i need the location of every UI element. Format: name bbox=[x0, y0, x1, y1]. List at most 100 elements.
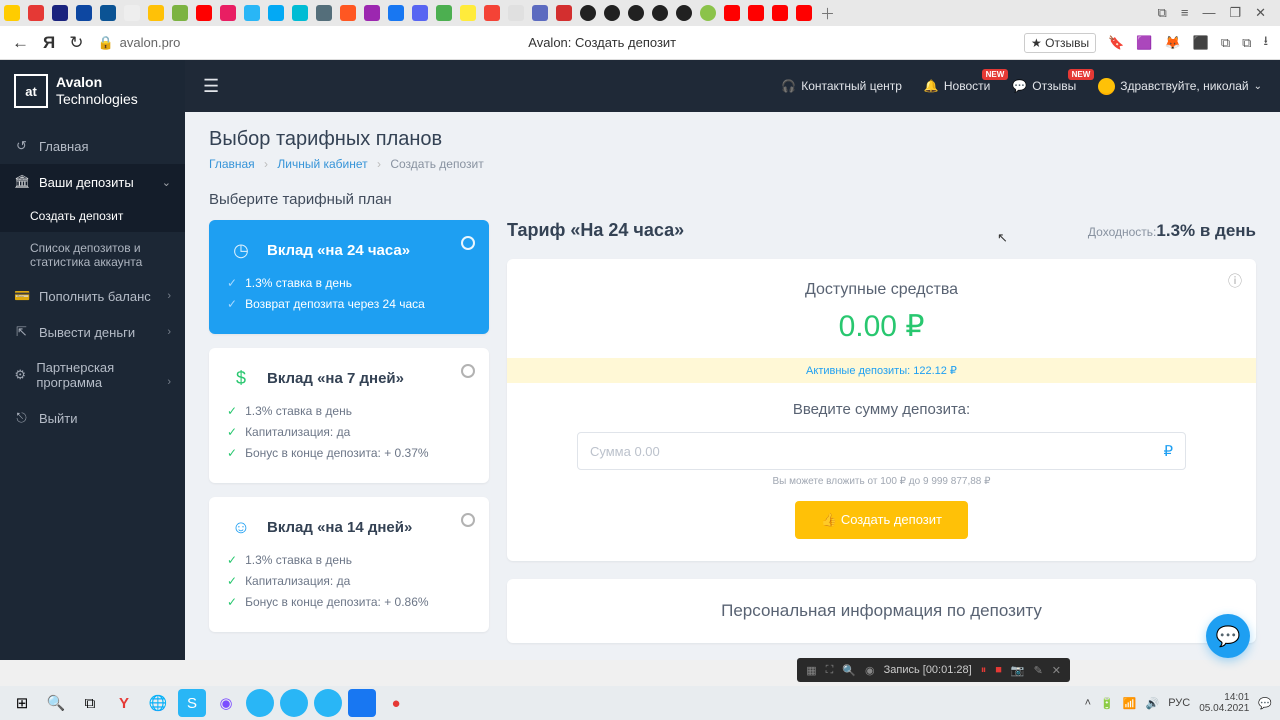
back-button[interactable]: ← bbox=[12, 33, 29, 53]
tab-favicon[interactable] bbox=[268, 5, 284, 21]
ext-icon[interactable]: 🟪 bbox=[1136, 35, 1152, 51]
tab-favicon[interactable] bbox=[148, 5, 164, 21]
sidebar-sub-deposit-list[interactable]: Список депозитов и статистика аккаунта bbox=[0, 232, 185, 278]
rec-crop-icon[interactable]: ⛶ bbox=[826, 664, 834, 677]
tab-favicon[interactable] bbox=[124, 5, 140, 21]
breadcrumb-home[interactable]: Главная bbox=[209, 157, 255, 171]
tab-favicon[interactable] bbox=[796, 5, 812, 21]
tray-wifi-icon[interactable]: 📶 bbox=[1123, 697, 1137, 710]
rec-stop-icon[interactable]: ■ bbox=[995, 664, 1002, 676]
reviews-link[interactable]: 💬 Отзывы NEW bbox=[1012, 79, 1076, 93]
tab-favicon[interactable] bbox=[316, 5, 332, 21]
rec-pen-icon[interactable]: ✎ bbox=[1034, 664, 1043, 677]
create-deposit-button[interactable]: 👍 Создать депозит bbox=[795, 501, 968, 539]
plan-card-24h[interactable]: ◷ Вклад «на 24 часа» ✓1.3% ставка в день… bbox=[209, 220, 489, 334]
tab-favicon[interactable] bbox=[340, 5, 356, 21]
app-icon[interactable] bbox=[348, 689, 376, 717]
tab-favicon[interactable] bbox=[388, 5, 404, 21]
tab-favicon[interactable] bbox=[556, 5, 572, 21]
tray-up-icon[interactable]: ˄ bbox=[1085, 697, 1091, 709]
news-link[interactable]: 🔔 Новости NEW bbox=[924, 79, 990, 93]
tab-favicon[interactable] bbox=[52, 5, 68, 21]
plan-card-14d[interactable]: ☺ Вклад «на 14 дней» ✓1.3% ставка в день… bbox=[209, 497, 489, 632]
hamburger-icon[interactable]: ☰ bbox=[203, 76, 219, 97]
app-logo[interactable]: at Avalon Technologies bbox=[0, 60, 185, 122]
tab-favicon[interactable] bbox=[4, 5, 20, 21]
tray-volume-icon[interactable]: 🔊 bbox=[1146, 697, 1160, 710]
tab-favicon[interactable] bbox=[220, 5, 236, 21]
telegram-icon[interactable] bbox=[280, 689, 308, 717]
tab-favicon[interactable] bbox=[196, 5, 212, 21]
tray-clock[interactable]: 14:01 05.04.2021 bbox=[1199, 692, 1249, 715]
tray-notifications-icon[interactable]: 💬 bbox=[1258, 697, 1272, 710]
sidebar-icon[interactable]: ⧉ bbox=[1242, 35, 1251, 51]
user-menu[interactable]: Здравствуйте, николай ⌄ bbox=[1098, 78, 1262, 95]
tab-favicon[interactable] bbox=[100, 5, 116, 21]
info-icon[interactable]: ⓘ bbox=[1228, 271, 1242, 291]
rec-pause-icon[interactable]: ⏸ bbox=[981, 664, 987, 677]
record-icon[interactable]: ● bbox=[382, 689, 410, 717]
tab-favicon[interactable] bbox=[484, 5, 500, 21]
reviews-button[interactable]: ★ Отзывы bbox=[1024, 33, 1096, 53]
sidebar-item-withdraw[interactable]: ⇱Вывести деньги › bbox=[0, 314, 185, 350]
tab-favicon[interactable] bbox=[700, 5, 716, 21]
sidebar-sub-create-deposit[interactable]: Создать депозит bbox=[0, 200, 185, 232]
tab-favicon[interactable] bbox=[628, 5, 644, 21]
tab-favicon[interactable] bbox=[652, 5, 668, 21]
contact-center-link[interactable]: 🎧 Контактный центр bbox=[781, 79, 902, 93]
tab-favicon[interactable] bbox=[676, 5, 692, 21]
sidebar-item-logout[interactable]: ⎋Выйти bbox=[0, 400, 185, 436]
window-maximize-icon[interactable]: ❐ bbox=[1229, 5, 1241, 21]
start-button[interactable]: ⊞ bbox=[8, 689, 36, 717]
skype-icon[interactable]: S bbox=[178, 689, 206, 717]
bookmark-icon[interactable]: 🔖 bbox=[1108, 35, 1124, 51]
downloads-icon[interactable]: ⭳ bbox=[1263, 32, 1268, 54]
search-icon[interactable]: 🔍 bbox=[42, 689, 70, 717]
tab-favicon[interactable] bbox=[460, 5, 476, 21]
tab-favicon[interactable] bbox=[508, 5, 524, 21]
yandex-home-icon[interactable]: Я bbox=[43, 33, 55, 53]
window-minimize-icon[interactable]: — bbox=[1202, 5, 1215, 21]
screen-recorder-bar[interactable]: ▦ ⛶ 🔍 ◉ Запись [00:01:28] ⏸ ■ 📷 ✎ ✕ bbox=[797, 658, 1070, 682]
sidebar-item-partner[interactable]: ⚙Партнерская программа › bbox=[0, 350, 185, 400]
ext-icon[interactable]: 🦊 bbox=[1164, 35, 1180, 51]
tab-favicon[interactable] bbox=[412, 5, 428, 21]
telegram-icon[interactable] bbox=[314, 689, 342, 717]
reload-button[interactable]: ↻ bbox=[69, 33, 83, 53]
sidebar-item-home[interactable]: ↺Главная bbox=[0, 128, 185, 164]
sidebar-item-deposits[interactable]: 🏛Ваши депозиты ⌄ bbox=[0, 164, 185, 200]
rec-search-icon[interactable]: 🔍 bbox=[842, 664, 856, 677]
pip-icon[interactable]: ⧉ bbox=[1221, 35, 1230, 51]
rec-close-icon[interactable]: ✕ bbox=[1052, 664, 1061, 677]
tray-lang[interactable]: РУС bbox=[1168, 697, 1190, 709]
tab-favicon[interactable] bbox=[604, 5, 620, 21]
tab-favicon[interactable] bbox=[772, 5, 788, 21]
telegram-icon[interactable] bbox=[246, 689, 274, 717]
tab-favicon[interactable] bbox=[580, 5, 596, 21]
rec-grid-icon[interactable]: ▦ bbox=[806, 664, 816, 677]
chat-widget-button[interactable]: 💬 bbox=[1206, 614, 1250, 658]
tab-favicon[interactable] bbox=[364, 5, 380, 21]
tab-favicon[interactable] bbox=[76, 5, 92, 21]
new-tab-button[interactable]: ＋ bbox=[820, 3, 835, 24]
chrome-icon[interactable]: 🌐 bbox=[144, 689, 172, 717]
ext-icon[interactable]: ⬛ bbox=[1193, 35, 1209, 51]
plan-card-7d[interactable]: $ Вклад «на 7 дней» ✓1.3% ставка в день … bbox=[209, 348, 489, 483]
tab-favicon[interactable] bbox=[172, 5, 188, 21]
tab-favicon[interactable] bbox=[244, 5, 260, 21]
tab-favicon[interactable] bbox=[748, 5, 764, 21]
rec-mic-icon[interactable]: ◉ bbox=[865, 664, 875, 677]
address-text[interactable]: avalon.pro bbox=[120, 35, 181, 50]
task-view-icon[interactable]: ⧉ bbox=[76, 689, 104, 717]
tray-battery-icon[interactable]: 🔋 bbox=[1100, 697, 1114, 710]
tab-favicon[interactable] bbox=[724, 5, 740, 21]
sidebar-item-topup[interactable]: 💳Пополнить баланс › bbox=[0, 278, 185, 314]
rec-camera-icon[interactable]: 📷 bbox=[1011, 664, 1025, 677]
tab-favicon[interactable] bbox=[28, 5, 44, 21]
deposit-amount-input[interactable] bbox=[590, 444, 1163, 459]
browser-menu-icon[interactable]: ≡ bbox=[1181, 5, 1189, 21]
tab-favicon[interactable] bbox=[436, 5, 452, 21]
tab-favicon[interactable] bbox=[292, 5, 308, 21]
browser-extensions-icon[interactable]: ⧉ bbox=[1158, 5, 1167, 21]
window-close-icon[interactable]: ✕ bbox=[1255, 5, 1266, 21]
